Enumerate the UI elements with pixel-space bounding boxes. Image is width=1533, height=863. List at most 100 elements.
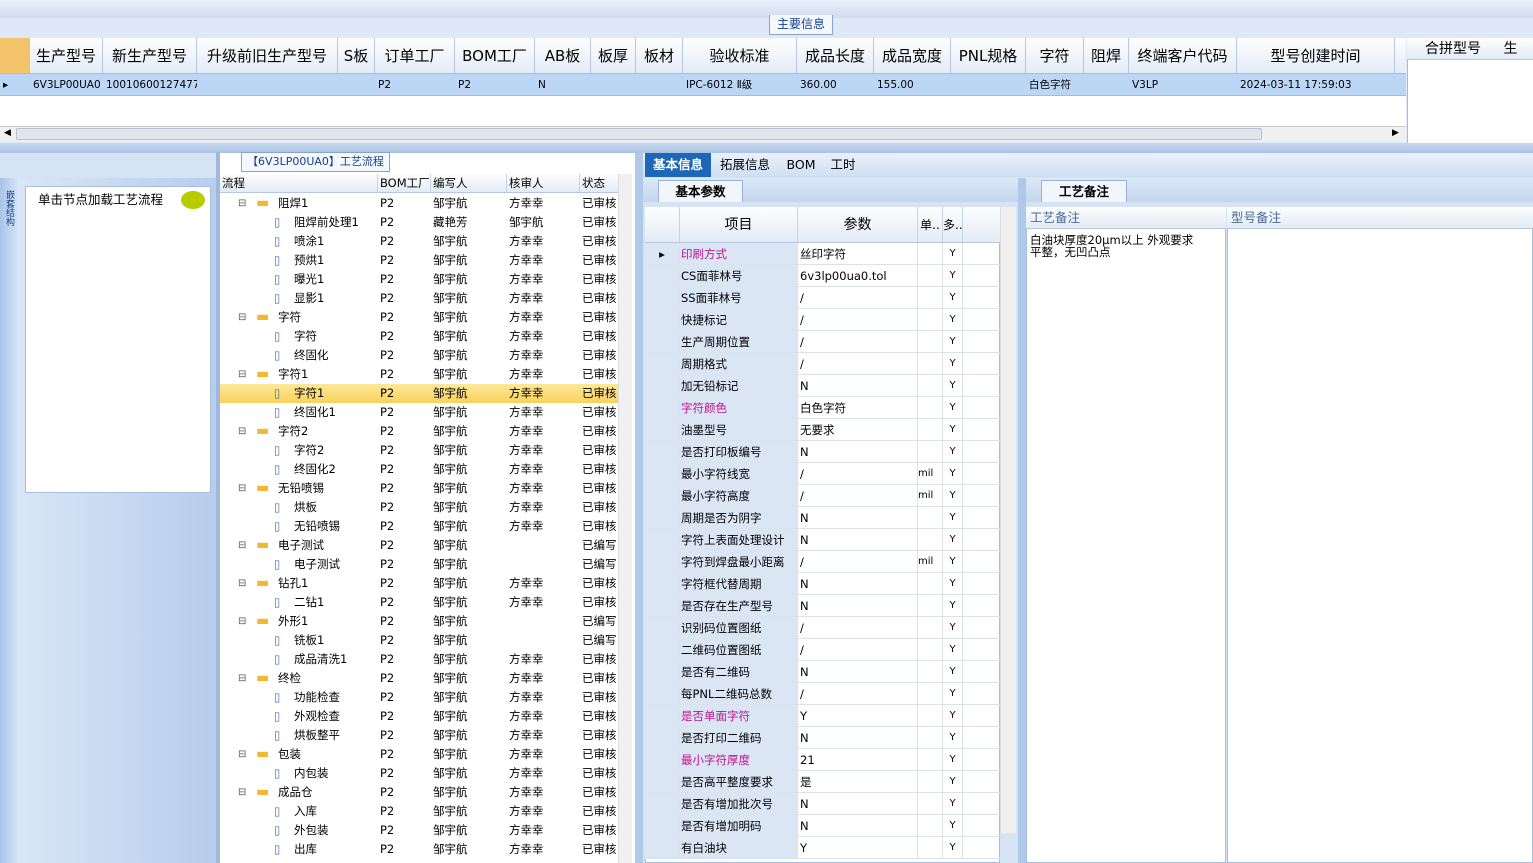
grid-col-header[interactable]: PNL规格 [951,38,1026,73]
param-value[interactable]: / [798,331,918,352]
param-value[interactable]: N [798,793,918,814]
flow-tree-row[interactable]: ▯ 烘板 P2 邹宇航 方幸幸 已审核 [220,498,618,517]
process-note-text[interactable]: 白油块厚度20μm以上 外观要求平整，无凹凸点 [1030,234,1200,258]
params-row[interactable]: 是否单面字符 Y Y [645,705,1000,727]
flow-tree-row[interactable]: ⊟ ▬ 无铅喷锡 P2 邹宇航 方幸幸 已审核 [220,479,618,498]
grid-col-header[interactable]: 终端客户代码 [1129,38,1237,73]
params-row[interactable]: 识别码位置图纸 / Y [645,617,1000,639]
flow-col-header[interactable]: 核审人 [507,174,580,192]
grid-col-header[interactable]: 订单工厂 [375,38,455,73]
param-value[interactable]: / [798,287,918,308]
scroll-right-icon[interactable]: ▶ [1392,128,1399,138]
flow-tree-row[interactable]: ▯ 出库 P2 邹宇航 方幸幸 已审核 [220,840,618,859]
flow-tree-row[interactable]: ⊟ ▬ 阻焊1 P2 邹宇航 方幸幸 已审核 [220,194,618,213]
flow-tree-row[interactable]: ▯ 喷涂1 P2 邹宇航 方幸幸 已审核 [220,232,618,251]
flow-tree-row[interactable]: ⊟ ▬ 终检 P2 邹宇航 方幸幸 已审核 [220,669,618,688]
flow-tree-row[interactable]: ▯ 二钻1 P2 邹宇航 方幸幸 已审核 [220,593,618,612]
params-row[interactable]: 是否有二维码 N Y [645,661,1000,683]
flow-tree-row[interactable]: ▯ 字符 P2 邹宇航 方幸幸 已审核 [220,327,618,346]
flow-tree-row[interactable]: ▯ 终固化2 P2 邹宇航 方幸幸 已审核 [220,460,618,479]
param-value[interactable]: N [798,595,918,616]
flow-tree-row[interactable]: ▯ 内包装 P2 邹宇航 方幸幸 已审核 [220,764,618,783]
grid-cell[interactable]: IPC-6012 Ⅱ级 [683,74,797,95]
flow-tree-row[interactable]: ▯ 外观检查 P2 邹宇航 方幸幸 已审核 [220,707,618,726]
grid-col-header[interactable]: AB板 [535,38,591,73]
params-row[interactable]: 是否有增加批次号 N Y [645,793,1000,815]
vertical-splitter-right[interactable] [1018,178,1026,863]
grid-col-header[interactable]: 升级前旧生产型号 [197,38,338,73]
grid-col-header[interactable]: 成品宽度 [874,38,951,73]
param-value[interactable]: N [798,573,918,594]
param-value[interactable]: 无要求 [798,419,918,440]
grid-col-header[interactable]: 阻焊 [1084,38,1129,73]
grid-col-header[interactable]: 板厚 [591,38,636,73]
flow-tree-row[interactable]: ▯ 入库 P2 邹宇航 方幸幸 已审核 [220,802,618,821]
flow-node[interactable]: ▯ 内包装 [220,764,378,783]
grid-cell[interactable]: P2 [455,74,535,95]
param-value[interactable]: 21 [798,749,918,770]
flow-node[interactable]: ▯ 喷涂1 [220,232,378,251]
grid-col-header[interactable]: 字符 [1026,38,1084,73]
collapse-icon[interactable]: ⊟ [238,745,246,764]
param-value[interactable]: / [798,353,918,374]
flow-tree-row[interactable]: ⊟ ▬ 字符 P2 邹宇航 方幸幸 已审核 [220,308,618,327]
flow-node[interactable]: ⊟ ▬ 字符 [220,308,378,327]
flow-tree-row[interactable]: ⊟ ▬ 成品仓 P2 邹宇航 方幸幸 已审核 [220,783,618,802]
flow-col-header[interactable]: 流程 [220,174,378,192]
flow-node[interactable]: ▯ 烘板 [220,498,378,517]
flow-col-header[interactable]: 编写人 [431,174,507,192]
grid-col-header[interactable]: 成品长度 [797,38,874,73]
flow-tree-row[interactable]: ▯ 外包装 P2 邹宇航 方幸幸 已审核 [220,821,618,840]
tab-basic-params[interactable]: 基本参数 [658,180,743,202]
params-row[interactable]: 字符颜色 白色字符 Y [645,397,1000,419]
params-row[interactable]: 周期格式 / Y [645,353,1000,375]
params-row[interactable]: 周期是否为阴字 N Y [645,507,1000,529]
params-row[interactable]: 最小字符厚度 21 Y [645,749,1000,771]
flow-tree-row[interactable]: ⊟ ▬ 电子测试 P2 邹宇航 已编写 [220,536,618,555]
main-grid-selected-row[interactable]: ▸ 6V3LP00UA0 10010600127477 P2 P2 N IPC-6012 Ⅱ… [0,74,1406,96]
flow-tree-row[interactable]: ▯ 电子测试 P2 邹宇航 已编写 [220,555,618,574]
flow-node[interactable]: ▯ 曝光1 [220,270,378,289]
flow-tree-row[interactable]: ⊟ ▬ 包装 P2 邹宇航 方幸幸 已审核 [220,745,618,764]
grid-col-header[interactable]: 型号创建时间 [1237,38,1395,73]
tab-2[interactable]: BOM [785,153,817,177]
vertical-splitter-middle[interactable] [635,153,643,863]
flow-tree-row[interactable]: ▯ 显影1 P2 邹宇航 方幸幸 已审核 [220,289,618,308]
grid-cell[interactable]: 白色字符 [1026,74,1084,95]
params-col-header[interactable]: 单.. [918,207,943,242]
params-row[interactable]: 生产周期位置 / Y [645,331,1000,353]
scrollbar-thumb[interactable] [16,128,1262,140]
flow-vertical-scrollbar[interactable] [618,174,632,863]
params-row[interactable]: CS面菲林号 6v3lp00ua0.tol Y [645,265,1000,287]
grid-cell[interactable] [1084,74,1129,95]
grid-cell[interactable]: 10010600127477 [103,74,197,95]
flow-node[interactable]: ⊟ ▬ 字符2 [220,422,378,441]
chat-bubble-icon[interactable] [181,191,205,209]
flow-tree-row[interactable]: ⊟ ▬ 外形1 P2 邹宇航 已编写 [220,612,618,631]
params-row[interactable]: ▸ 印刷方式 丝印字符 Y [645,243,1000,265]
flow-node[interactable]: ⊟ ▬ 钻孔1 [220,574,378,593]
main-info-title[interactable]: 主要信息 [769,15,833,35]
params-col-header[interactable]: 参数 [798,207,918,242]
flow-node[interactable]: ⊟ ▬ 包装 [220,745,378,764]
param-value[interactable]: N [798,815,918,836]
grid-cell[interactable]: 6V3LP00UA0 [30,74,103,95]
flow-tree-row[interactable]: ▯ 终固化 P2 邹宇航 方幸幸 已审核 [220,346,618,365]
scroll-left-icon[interactable]: ◀ [4,128,11,138]
flow-node[interactable]: ⊟ ▬ 字符1 [220,365,378,384]
flow-node[interactable]: ▯ 外包装 [220,821,378,840]
params-row[interactable]: 最小字符线宽 / mil Y [645,463,1000,485]
flow-tree-row[interactable]: ▯ 终固化1 P2 邹宇航 方幸幸 已审核 [220,403,618,422]
params-row[interactable]: 油墨型号 无要求 Y [645,419,1000,441]
flow-node[interactable]: ▯ 电子测试 [220,555,378,574]
flow-node[interactable]: ▯ 烘板整平 [220,726,378,745]
param-value[interactable]: N [798,507,918,528]
grid-cell[interactable]: 360.00 [797,74,874,95]
params-col-header[interactable]: 多.. [943,207,963,242]
grid-col-header[interactable]: BOM工厂 [455,38,535,73]
param-value[interactable]: / [798,617,918,638]
flow-node[interactable]: ▯ 外观检查 [220,707,378,726]
flow-node[interactable]: ▯ 铣板1 [220,631,378,650]
collapse-icon[interactable]: ⊟ [238,536,246,555]
collapse-icon[interactable]: ⊟ [238,612,246,631]
